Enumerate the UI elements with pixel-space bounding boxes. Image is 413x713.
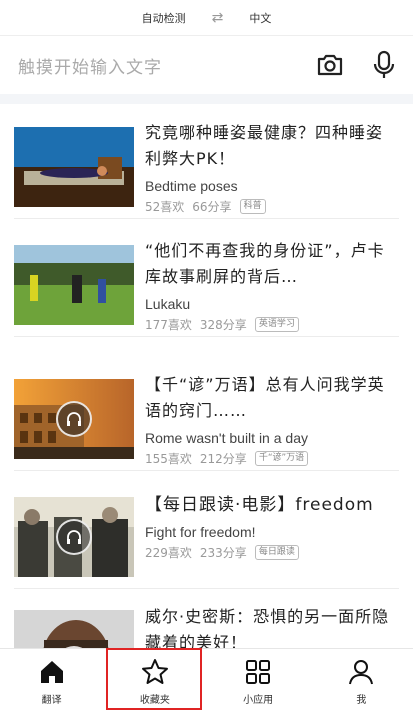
article-subtitle: Fight for freedom!	[145, 524, 256, 540]
swap-icon[interactable]: ⇄	[212, 10, 224, 26]
likes-count: 155喜欢	[145, 452, 192, 466]
article-card[interactable]: 【千“谚”万语】总有人问我学英语的窍门…… Rome wasn't built …	[0, 356, 413, 471]
article-subtitle: Bedtime poses	[145, 178, 238, 194]
shares-count: 233分享	[199, 546, 247, 560]
tab-label: 我	[356, 694, 367, 706]
camera-icon[interactable]	[315, 50, 345, 80]
tab-label: 收藏夹	[139, 694, 170, 706]
grid-icon	[243, 657, 273, 687]
person-icon	[346, 657, 376, 687]
language-bar: 自动检测 ⇄ 中文	[0, 0, 413, 36]
tab-mini-apps[interactable]: 小应用	[207, 649, 310, 713]
shares-count: 328分享	[199, 318, 247, 332]
article-thumbnail[interactable]	[14, 497, 134, 577]
target-language[interactable]: 中文	[249, 10, 271, 26]
tab-me[interactable]: 我	[310, 649, 413, 713]
bottom-tab-bar: 翻译 收藏夹 小应用 我	[0, 648, 413, 713]
article-thumbnail[interactable]	[14, 379, 134, 459]
article-title[interactable]: 究竟哪种睡姿最健康？四种睡姿利弊大PK！	[145, 120, 397, 172]
section-divider	[0, 94, 413, 104]
article-title[interactable]: 【千“谚”万语】总有人问我学英语的窍门……	[145, 372, 397, 424]
article-title[interactable]: 【每日跟读·电影】freedom	[145, 492, 397, 518]
article-card[interactable]: “他们不再查我的身份证”，卢卡库故事刷屏的背后… Lukaku 177喜欢 328…	[0, 222, 413, 337]
search-input[interactable]: 触摸开始输入文字	[18, 53, 291, 78]
category-tag: 每日跟读	[254, 545, 299, 560]
search-bar[interactable]: 触摸开始输入文字	[0, 36, 413, 94]
shares-count: 212分享	[199, 452, 247, 466]
microphone-icon[interactable]	[369, 50, 399, 80]
source-language[interactable]: 自动检测	[142, 10, 186, 26]
shares-count: 66分享	[192, 200, 232, 214]
category-tag: 千“谚”万语	[254, 451, 309, 466]
tab-label: 翻译	[41, 694, 62, 706]
headphone-icon[interactable]	[56, 519, 92, 555]
category-tag: 英语学习	[254, 317, 299, 332]
category-tag: 科普	[239, 199, 266, 214]
article-thumbnail[interactable]	[14, 127, 134, 207]
star-icon	[140, 657, 170, 687]
tab-translate[interactable]: 翻译	[0, 649, 103, 713]
article-title[interactable]: 威尔·史密斯：恐惧的另一面所隐藏着的美好！	[145, 604, 397, 648]
tab-favorites[interactable]: 收藏夹	[103, 649, 206, 713]
headphone-icon[interactable]	[56, 401, 92, 437]
article-thumbnail[interactable]	[14, 245, 134, 325]
article-thumbnail[interactable]	[14, 610, 134, 648]
article-subtitle: Rome wasn't built in a day	[145, 430, 308, 446]
article-feed: 究竟哪种睡姿最健康？四种睡姿利弊大PK！ Bedtime poses 52喜欢 6…	[0, 104, 413, 648]
likes-count: 229喜欢	[145, 546, 192, 560]
article-card[interactable]: 究竟哪种睡姿最健康？四种睡姿利弊大PK！ Bedtime poses 52喜欢 6…	[0, 104, 413, 219]
tab-label: 小应用	[243, 694, 274, 706]
article-card[interactable]: 威尔·史密斯：恐惧的另一面所隐藏着的美好！	[0, 590, 413, 648]
article-title[interactable]: “他们不再查我的身份证”，卢卡库故事刷屏的背后…	[145, 238, 397, 290]
likes-count: 52喜欢	[145, 200, 185, 214]
article-subtitle: Lukaku	[145, 296, 191, 312]
likes-count: 177喜欢	[145, 318, 192, 332]
home-icon	[37, 657, 67, 687]
article-card[interactable]: 【每日跟读·电影】freedom Fight for freedom! 229喜…	[0, 474, 413, 589]
